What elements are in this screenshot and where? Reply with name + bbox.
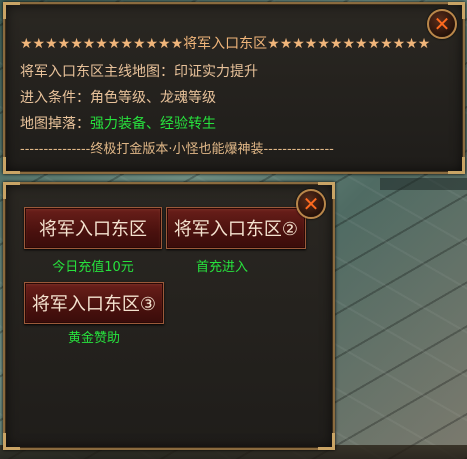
teleport-button-east-zone-1[interactable]: 将军入口东区 [24,207,162,249]
close-button[interactable]: ✕ [427,9,457,39]
teleport-requirement-2: 首充进入 [195,260,248,275]
panel-title: ★★★★★★★★★★★★★将军入口东区★★★★★★★★★★★★★ [20,36,431,52]
world-label-top [380,178,467,190]
close-button[interactable]: ✕ [296,189,326,219]
info-value: 角色等级、龙魂等级 [90,90,216,106]
teleport-button-east-zone-2[interactable]: 将军入口东区② [166,207,306,249]
close-icon: ✕ [433,12,451,36]
info-line-main-map: 将军入口东区主线地图：印证实力提升 [20,61,258,81]
info-label: 将军入口东区主线地图： [20,64,174,80]
teleport-requirement-3: 黄金赞助 [67,331,120,346]
corner-ornament [3,182,20,199]
corner-ornament [3,157,20,174]
corner-ornament [3,433,20,450]
info-line-map-drops: 地图掉落：强力装备、经验转生 [20,113,216,133]
teleport-requirement-1: 今日充值10元 [52,260,134,275]
close-icon: ✕ [302,192,320,216]
info-line-entry-condition: 进入条件：角色等级、龙魂等级 [20,87,216,107]
corner-ornament [3,2,20,19]
corner-ornament [318,433,335,450]
info-value: 印证实力提升 [174,64,258,80]
panel-footer-slogan: ---------------终极打金版本·小怪也能爆神装-----------… [20,142,334,157]
info-value: 强力装备、经验转生 [90,116,216,132]
info-label: 进入条件： [20,90,90,106]
info-label: 地图掉落： [20,116,90,132]
teleport-button-east-zone-3[interactable]: 将军入口东区③ [24,282,164,324]
corner-ornament [448,157,465,174]
